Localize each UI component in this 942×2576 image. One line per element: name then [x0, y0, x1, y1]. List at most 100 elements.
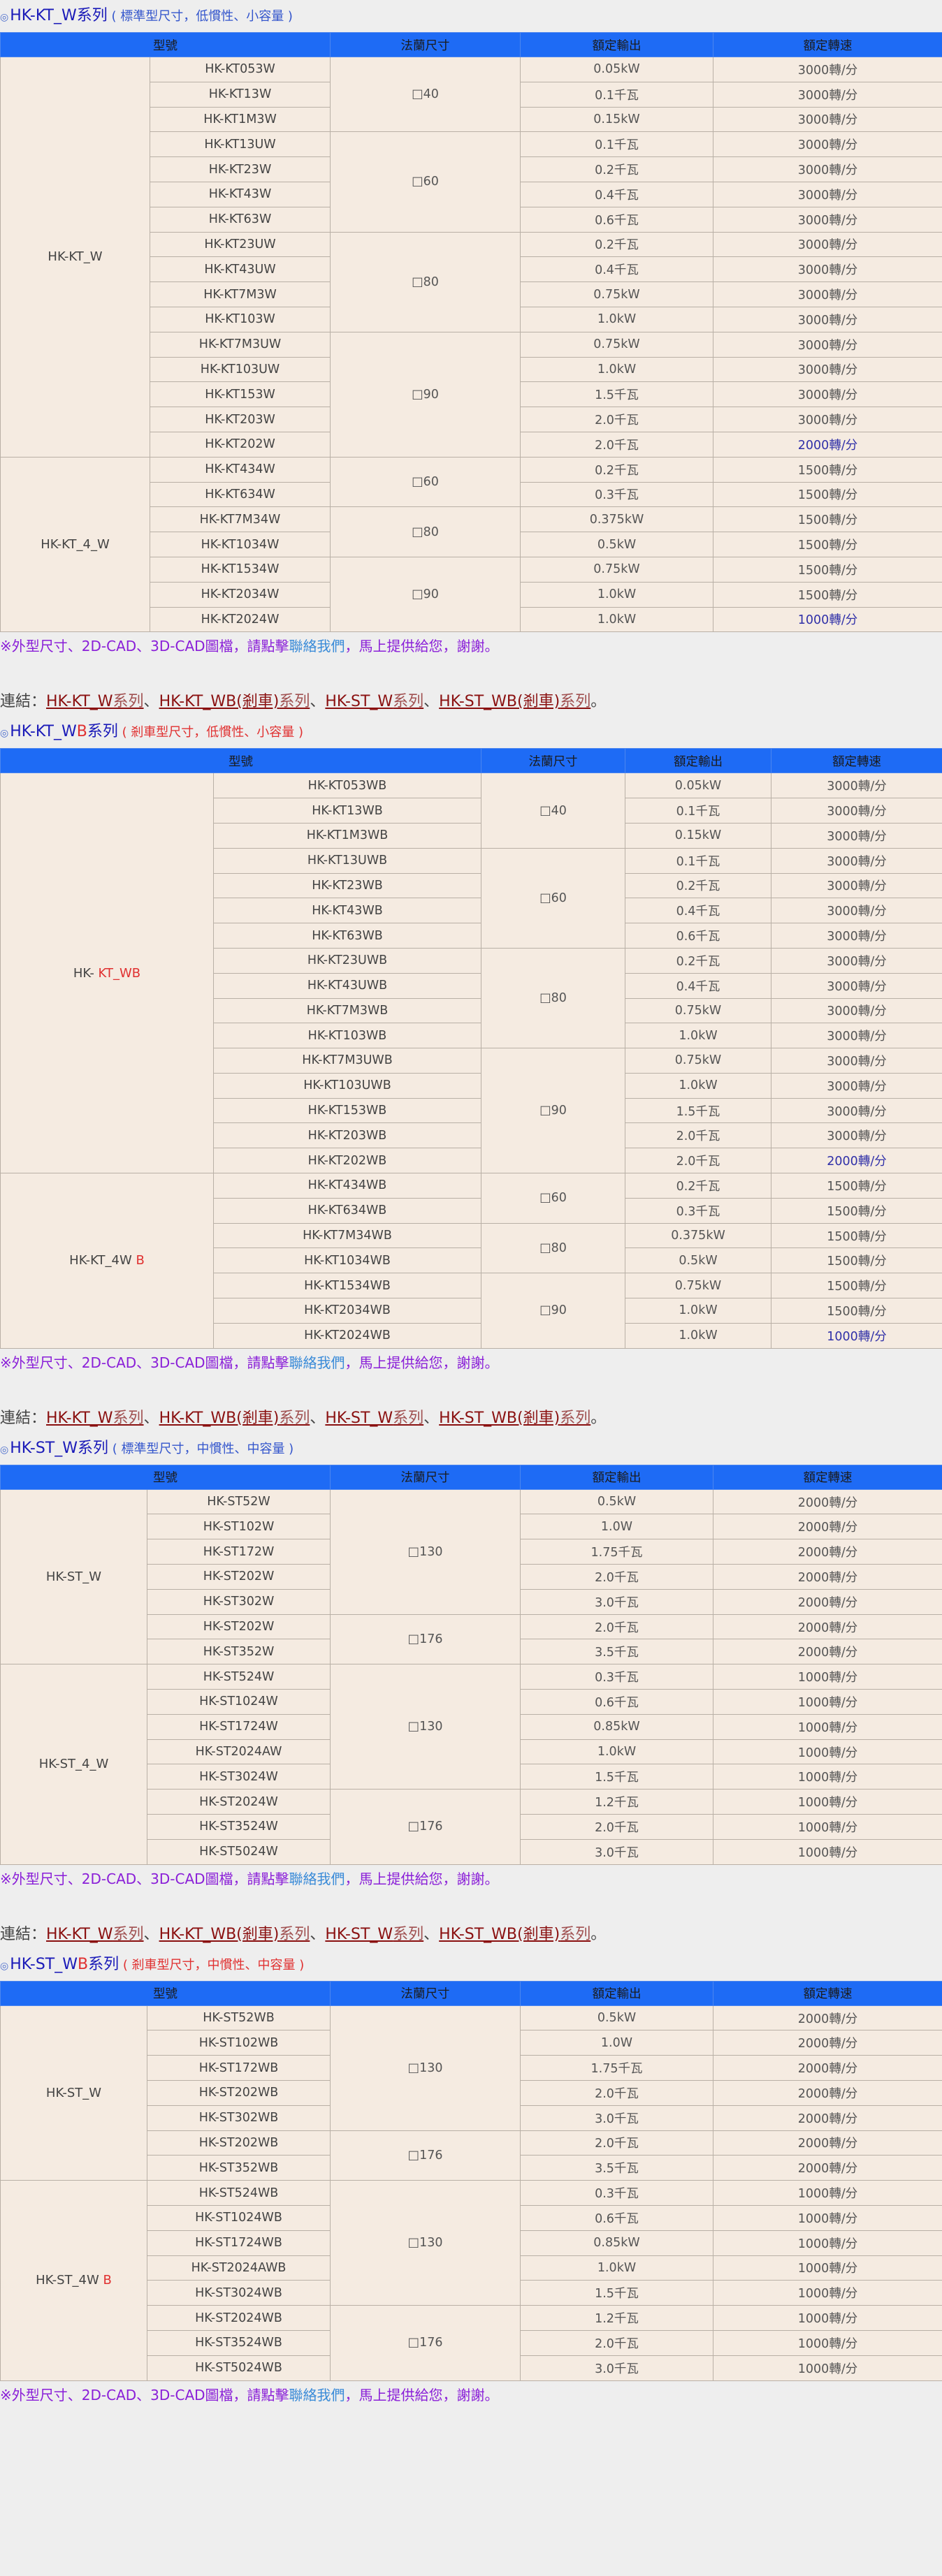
speed-cell: 3000轉/分 — [713, 281, 942, 307]
output-cell: 2.0千瓦 — [520, 2080, 713, 2106]
contact-us-link[interactable]: 聯絡我們 — [289, 2387, 345, 2403]
header-model: 型號 — [0, 1980, 331, 2006]
table-row: HK-ST_W HK-ST52WB □130 0.5kW 2000轉/分 — [0, 2005, 942, 2181]
series-link[interactable]: HK-KT_W系列 — [46, 693, 144, 710]
bullet-icon: ◎ — [0, 728, 9, 740]
speed-cell: 3000轉/分 — [713, 156, 942, 182]
header-output: 額定輸出 — [520, 1980, 713, 2006]
speed-cell: 1500轉/分 — [771, 1273, 942, 1299]
flange-cell: □60 — [481, 847, 625, 949]
series-link[interactable]: HK-ST_WB(剎車)系列 — [439, 693, 590, 710]
model-cell: HK-KT7M3WB — [213, 997, 481, 1024]
series-group-cell: HK-KT_4_W — [0, 456, 150, 633]
flange-cell: □176 — [330, 2305, 521, 2381]
links-prefix: 連結： — [0, 1925, 47, 1943]
model-cell: HK-KT7M3UWB — [213, 1048, 481, 1074]
model-cell: HK-ST524W — [147, 1664, 331, 1690]
speed-cell: 1000轉/分 — [713, 2355, 942, 2381]
model-cell: HK-ST202W — [147, 1564, 331, 1590]
output-cell: 3.5千瓦 — [520, 1639, 713, 1665]
flange-cell: □176 — [330, 2130, 521, 2181]
table-row: HK-ST_4W B HK-ST524WB □130 0.3千瓦 1000轉/分 — [0, 2180, 942, 2381]
speed-cell: 1000轉/分 — [713, 1739, 942, 1765]
output-cell: 2.0千瓦 — [520, 407, 713, 432]
model-cell: HK-ST1024WB — [147, 2204, 331, 2231]
series-link[interactable]: HK-KT_WB(剎車)系列 — [159, 693, 310, 710]
model-cell: HK-KT43W — [150, 181, 331, 207]
model-cell: HK-ST202W — [147, 1613, 331, 1640]
model-cell: HK-ST352W — [147, 1639, 331, 1665]
output-cell: 0.75kW — [625, 1273, 771, 1299]
speed-cell: 1000轉/分 — [713, 606, 942, 633]
table-row: HK-KT_4W B HK-KT434WB □60 0.2千瓦 1500轉/分 — [0, 1173, 942, 1349]
output-cell: 0.3千瓦 — [520, 481, 713, 508]
contact-note: ※外型尺寸、2D-CAD、3D-CAD圖檔，請點擊聯絡我們，馬上提供給您，謝謝。 — [0, 632, 942, 660]
section-subtitle: ( 剎車型尺寸，中慣性、中容量 ) — [119, 1957, 305, 1973]
output-cell: 0.15kW — [625, 822, 771, 849]
speed-cell: 3000轉/分 — [713, 57, 942, 82]
header-model: 型號 — [0, 1464, 331, 1490]
series-link[interactable]: HK-ST_WB(剎車)系列 — [439, 1410, 590, 1427]
model-cell: HK-ST52WB — [147, 2005, 331, 2031]
series-link-tail: 系列 — [393, 1409, 424, 1427]
output-cell: 0.6千瓦 — [520, 206, 713, 233]
flange-cell: □130 — [330, 1664, 521, 1790]
series-link[interactable]: HK-KT_W系列 — [46, 1926, 144, 1943]
output-cell: 1.0kW — [625, 1298, 771, 1324]
model-cell: HK-ST1724W — [147, 1713, 331, 1740]
output-cell: 0.375kW — [625, 1222, 771, 1249]
output-cell: 0.5kW — [520, 1488, 713, 1515]
model-cell: HK-ST302W — [147, 1588, 331, 1615]
series-link[interactable]: HK-ST_W系列 — [325, 1410, 423, 1427]
section-title-main: HK-KT_W — [10, 723, 77, 741]
output-cell: 0.5kW — [625, 1247, 771, 1274]
series-link-tail: 系列 — [279, 1409, 310, 1427]
output-cell: 2.0千瓦 — [625, 1122, 771, 1149]
model-cell: HK-KT2024WB — [213, 1322, 481, 1349]
series-link[interactable]: HK-ST_WB(剎車)系列 — [439, 1926, 590, 1943]
flange-cell: □80 — [330, 231, 521, 332]
model-cell: HK-KT434W — [150, 456, 331, 483]
speed-cell: 2000轉/分 — [713, 1639, 942, 1665]
series-link[interactable]: HK-ST_W系列 — [325, 693, 423, 710]
output-cell: 0.05kW — [625, 773, 771, 799]
speed-cell: 2000轉/分 — [771, 1148, 942, 1174]
series-group-name: HK-KT_4W — [69, 1253, 136, 1268]
model-cell: HK-ST2024WB — [147, 2305, 331, 2331]
model-cell: HK-KT43UW — [150, 256, 331, 283]
output-cell: 1.2千瓦 — [520, 1789, 713, 1815]
output-cell: 0.5kW — [520, 532, 713, 557]
contact-us-link[interactable]: 聯絡我們 — [289, 1871, 345, 1887]
output-cell: 1.0kW — [625, 1023, 771, 1049]
series-group-cell: HK-KT_W — [0, 57, 150, 458]
speed-cell: 3000轉/分 — [713, 356, 942, 383]
series-link[interactable]: HK-KT_WB(剎車)系列 — [159, 1926, 310, 1943]
contact-us-link[interactable]: 聯絡我們 — [289, 1354, 345, 1371]
speed-cell: 1000轉/分 — [713, 2230, 942, 2256]
note-text: ※外型尺寸、2D-CAD、3D-CAD圖檔，請點擊 — [0, 1354, 289, 1371]
links-separator: 。 — [590, 1409, 607, 1427]
model-cell: HK-KT13W — [150, 81, 331, 108]
flange-cell: □80 — [330, 506, 521, 557]
output-cell: 3.0千瓦 — [520, 1838, 713, 1865]
series-link[interactable]: HK-ST_W系列 — [325, 1926, 423, 1943]
contact-note: ※外型尺寸、2D-CAD、3D-CAD圖檔，請點擊聯絡我們，馬上提供給您，謝謝。 — [0, 2381, 942, 2409]
series-link[interactable]: HK-KT_WB(剎車)系列 — [159, 1410, 310, 1427]
speed-cell: 3000轉/分 — [771, 1122, 942, 1149]
speed-cell: 3000轉/分 — [771, 1023, 942, 1049]
header-model: 型號 — [0, 748, 481, 774]
model-cell: HK-KT7M34WB — [213, 1222, 481, 1249]
output-cell: 3.0千瓦 — [520, 1588, 713, 1615]
series-link[interactable]: HK-KT_W系列 — [46, 1410, 144, 1427]
section-title-main: HK-ST_W — [10, 1955, 78, 1973]
speed-cell: 3000轉/分 — [713, 407, 942, 432]
model-cell: HK-KT153W — [150, 381, 331, 408]
contact-us-link[interactable]: 聯絡我們 — [289, 638, 345, 654]
model-cell: HK-KT103W — [150, 306, 331, 332]
note-text: ※外型尺寸、2D-CAD、3D-CAD圖檔，請點擊 — [0, 638, 289, 655]
series-group-brake: KT_WB — [98, 965, 141, 981]
output-cell: 1.5千瓦 — [625, 1097, 771, 1124]
output-cell: 0.75kW — [520, 281, 713, 307]
series-link-tail: 系列 — [113, 1925, 144, 1943]
